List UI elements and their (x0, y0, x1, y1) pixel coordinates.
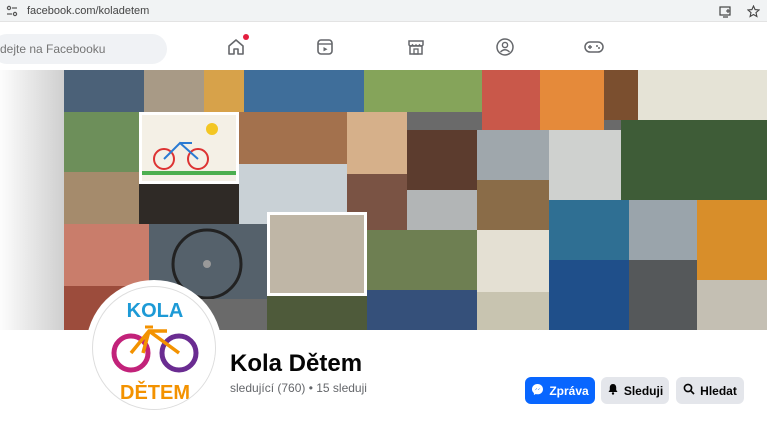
profile-avatar[interactable]: KOLA DĚTEM (92, 286, 216, 410)
photo-tile (477, 130, 549, 180)
bookmark-star-icon[interactable] (745, 3, 761, 19)
photo-tile (621, 120, 767, 200)
photo-tile (204, 70, 244, 112)
marketplace-icon[interactable] (405, 36, 427, 58)
install-app-icon[interactable] (717, 3, 733, 19)
photo-tile (244, 70, 364, 112)
home-icon[interactable] (225, 34, 249, 58)
photo-tile (64, 224, 149, 286)
photo-tile (64, 70, 144, 112)
photo-tile (604, 70, 638, 120)
photo-tile (697, 280, 767, 330)
photo-tile (367, 290, 477, 330)
photo-tile (139, 184, 239, 224)
cover-gradient (0, 70, 64, 330)
url-text[interactable]: facebook.com/koladetem (27, 5, 149, 17)
gaming-icon[interactable] (583, 36, 605, 58)
follow-button[interactable]: Sleduji (601, 377, 669, 404)
drawing-tile (139, 112, 239, 184)
kola-detem-logo: KOLA DĚTEM (95, 289, 215, 409)
photo-tile (477, 292, 549, 330)
page-search-button[interactable]: Hledat (676, 377, 744, 404)
photo-tile (267, 212, 367, 296)
photo-tile (347, 112, 407, 174)
photo-tile (629, 200, 697, 260)
search-box[interactable] (0, 34, 167, 64)
photo-tile (367, 230, 477, 290)
notification-dot (243, 34, 249, 40)
photo-tile (407, 190, 477, 230)
site-settings-icon[interactable] (5, 4, 19, 18)
photo-tile (64, 172, 139, 224)
photo-tile (144, 70, 204, 112)
photo-tile (239, 112, 347, 164)
groups-icon[interactable] (494, 36, 516, 58)
photo-tile (549, 200, 629, 260)
search-button-label: Hledat (700, 383, 737, 398)
facebook-header (0, 22, 767, 72)
search-input[interactable] (0, 42, 150, 56)
photo-tile (629, 260, 697, 330)
message-button-label: Zpráva (549, 383, 589, 398)
logo-top-text: KOLA (127, 300, 184, 322)
bell-icon (607, 383, 619, 398)
follower-stats[interactable]: sledující (760) • 15 sleduji (230, 381, 367, 395)
photo-tile (477, 230, 549, 292)
messenger-icon (531, 383, 544, 399)
search-icon (683, 383, 695, 398)
photo-tile (697, 200, 767, 280)
follow-button-label: Sleduji (623, 383, 664, 398)
photo-tile (477, 180, 549, 230)
photo-tile (267, 296, 367, 330)
browser-address-bar: facebook.com/koladetem (0, 0, 767, 22)
photo-tile (364, 70, 482, 112)
photo-tile (407, 130, 477, 190)
photo-tile (482, 70, 540, 130)
photo-tile (64, 112, 139, 172)
photo-tile (540, 70, 604, 130)
photo-tile (549, 260, 629, 330)
photo-tile (549, 130, 621, 200)
photo-tile (638, 70, 767, 120)
logo-bottom-text: DĚTEM (120, 380, 190, 404)
page-title: Kola Dětem (230, 350, 363, 377)
message-button[interactable]: Zpráva (525, 377, 595, 404)
video-icon[interactable] (314, 36, 336, 58)
